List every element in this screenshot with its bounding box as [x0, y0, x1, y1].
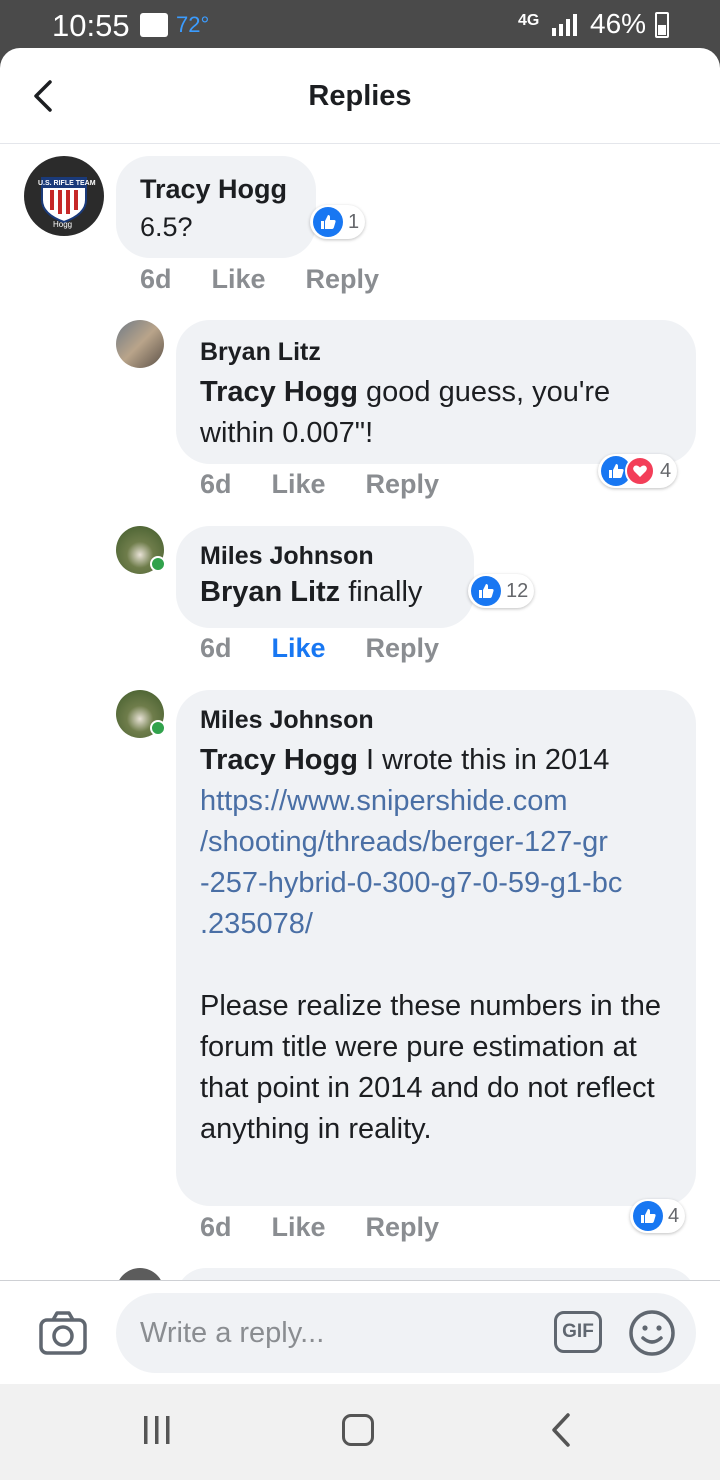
reaction-count: 1 — [348, 210, 360, 233]
home-icon[interactable] — [342, 1414, 374, 1446]
link-line: https://www.snipershide.com — [200, 785, 568, 817]
status-bar: 10:55 72° 4G 46% — [0, 0, 720, 50]
comment-author[interactable]: Miles Johnson — [200, 542, 374, 571]
comment-age: 6d — [200, 633, 232, 663]
avatar-caption: Hogg — [53, 220, 73, 229]
comment-bubble[interactable]: Tracy Hogg 6.5? — [116, 156, 316, 258]
back-icon[interactable] — [548, 1412, 574, 1448]
camera-icon[interactable] — [38, 1309, 88, 1357]
status-temperature: 72° — [176, 12, 210, 37]
avatar[interactable] — [116, 320, 164, 368]
mention[interactable]: Tracy Hogg — [200, 744, 358, 776]
love-reaction-icon — [625, 456, 655, 486]
comment-body-2: Please realize these numbers in the foru… — [200, 990, 662, 1145]
comment-text: 6.5? — [140, 212, 193, 242]
mention[interactable]: Bryan Litz — [200, 576, 340, 608]
comment-body: finally — [340, 576, 423, 608]
like-reaction-icon — [313, 207, 343, 237]
replies-screen: Replies U.S. RIFLE TEAM Hogg Tracy Hogg … — [0, 48, 720, 1384]
reaction-summary[interactable]: 4 — [598, 454, 678, 488]
battery-level: 46% — [590, 8, 647, 39]
reaction-count: 12 — [506, 579, 529, 602]
network-type: 4G — [518, 12, 540, 29]
comment-text: Tracy Hogg good guess, you're within 0.0… — [200, 372, 680, 454]
emoji-icon[interactable] — [628, 1309, 676, 1357]
link-line: /shooting/threads/berger-127-gr — [200, 826, 608, 858]
comment-text: Bryan Litz finally — [200, 576, 422, 609]
recent-apps-icon[interactable] — [142, 1414, 172, 1446]
like-reaction-icon — [633, 1201, 663, 1231]
reply-button[interactable]: Reply — [306, 264, 380, 295]
comment-link[interactable]: https://www.snipershide.com /shooting/th… — [200, 781, 680, 945]
reply-placeholder: Write a reply... — [140, 1317, 325, 1349]
comment-author[interactable]: Tracy Hogg — [140, 174, 287, 205]
reaction-summary[interactable]: 1 — [310, 205, 366, 239]
wifi-icon — [140, 13, 168, 37]
link-line: .235078/ — [200, 908, 313, 940]
comment-actions: 6d Like Reply — [140, 264, 379, 295]
reaction-count: 4 — [660, 459, 672, 482]
page-title: Replies — [308, 80, 412, 112]
comment-text: Tracy Hogg I wrote this in 2014 https://… — [200, 740, 680, 1150]
like-button[interactable]: Like — [272, 633, 326, 664]
comment-body: I wrote this in 2014 — [357, 744, 610, 776]
avatar[interactable]: U.S. RIFLE TEAM Hogg — [24, 156, 104, 236]
reaction-summary[interactable]: 12 — [468, 574, 535, 608]
gif-button[interactable]: GIF — [554, 1311, 602, 1353]
comment-author[interactable]: Miles Johnson — [200, 706, 374, 735]
online-indicator — [150, 556, 166, 572]
mention[interactable]: Tracy Hogg — [200, 376, 358, 408]
like-reaction-icon — [471, 576, 501, 606]
reaction-count: 4 — [668, 1204, 680, 1227]
online-indicator — [150, 720, 166, 736]
reaction-summary[interactable]: 4 — [630, 1199, 686, 1233]
comment-actions: 6d Like Reply — [200, 1212, 439, 1243]
comment-bubble[interactable]: Bryan Litz Tracy Hogg good guess, you're… — [176, 320, 696, 464]
link-line: -257-hybrid-0-300-g7-0-59-g1-bc — [200, 867, 623, 899]
comment-bubble[interactable]: Miles Johnson Bryan Litz finally — [176, 526, 474, 628]
comment-bubble[interactable]: Miles Johnson Tracy Hogg I wrote this in… — [176, 690, 696, 1206]
header: Replies — [0, 48, 720, 144]
comment-actions: 6d Like Reply — [200, 469, 439, 500]
status-time: 10:55 — [52, 8, 130, 43]
reply-button[interactable]: Reply — [366, 633, 440, 664]
comment-age: 6d — [200, 469, 232, 499]
comment-age: 6d — [140, 264, 172, 294]
signal-icon — [552, 14, 577, 36]
like-button[interactable]: Like — [272, 1212, 326, 1243]
comment-author[interactable]: Bryan Litz — [200, 338, 321, 367]
battery-icon — [655, 12, 669, 38]
reply-button[interactable]: Reply — [366, 469, 440, 500]
comment-age: 6d — [200, 1212, 232, 1242]
reply-composer: Write a reply... GIF — [0, 1280, 720, 1384]
avatar-badge-text: U.S. RIFLE TEAM — [38, 180, 96, 187]
reply-button[interactable]: Reply — [366, 1212, 440, 1243]
system-nav-bar — [0, 1384, 720, 1480]
like-button[interactable]: Like — [212, 264, 266, 295]
comment-actions: 6d Like Reply — [200, 633, 439, 664]
reply-input[interactable]: Write a reply... GIF — [116, 1293, 696, 1373]
like-button[interactable]: Like — [272, 469, 326, 500]
